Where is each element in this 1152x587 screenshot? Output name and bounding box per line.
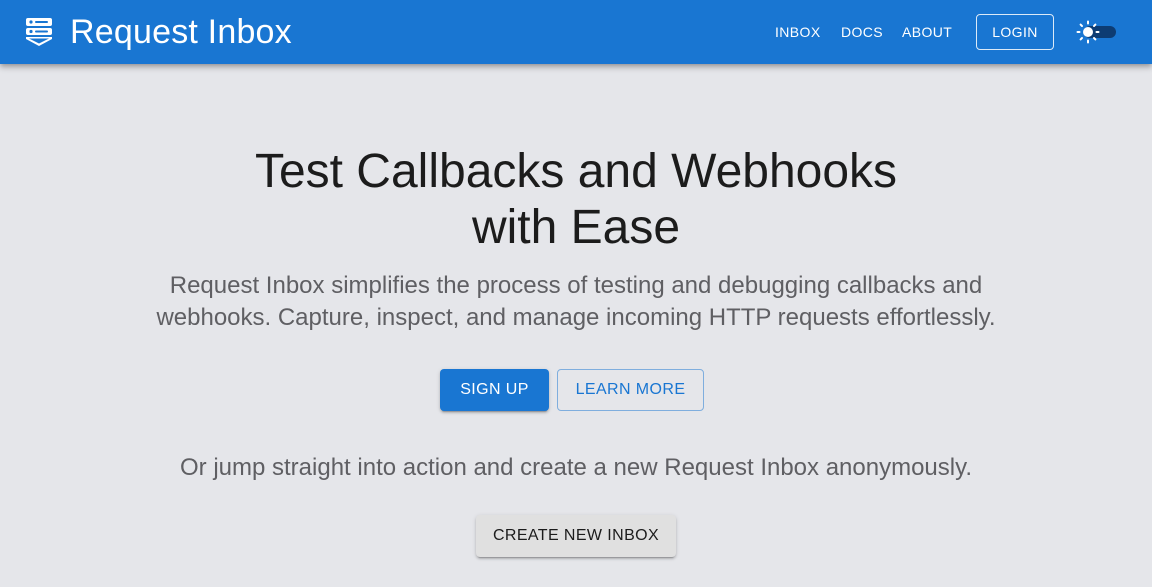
theme-toggle[interactable] bbox=[1076, 20, 1118, 44]
app-bar: Request Inbox INBOX DOCS ABOUT LOGIN bbox=[0, 0, 1152, 64]
signup-button[interactable]: SIGN UP bbox=[440, 369, 549, 411]
nav-docs-link[interactable]: DOCS bbox=[841, 24, 883, 40]
login-button[interactable]: LOGIN bbox=[976, 14, 1054, 50]
nav-about-link[interactable]: ABOUT bbox=[902, 24, 952, 40]
anonymous-prompt-text: Or jump straight into action and create … bbox=[180, 454, 972, 481]
hero-subtitle: Request Inbox simplifies the process of … bbox=[146, 270, 1006, 334]
subtitle-line-2: webhooks. Capture, inspect, and manage i… bbox=[156, 304, 996, 331]
create-new-inbox-button[interactable]: CREATE NEW INBOX bbox=[476, 515, 676, 557]
hero-section: Test Callbacks and Webhooks with Ease Re… bbox=[0, 64, 1152, 587]
app-title: Request Inbox bbox=[70, 12, 292, 51]
subtitle-line-1: Request Inbox simplifies the process of … bbox=[169, 272, 983, 299]
nav-inbox-link[interactable]: INBOX bbox=[775, 24, 821, 40]
learn-more-button[interactable]: LEARN MORE bbox=[557, 369, 704, 411]
hero-headline: Test Callbacks and Webhooks with Ease bbox=[0, 144, 1152, 256]
cta-row: SIGN UP LEARN MORE bbox=[0, 369, 1152, 411]
brand[interactable]: Request Inbox bbox=[24, 0, 292, 64]
headline-line-2: with Ease bbox=[471, 201, 681, 254]
sun-icon bbox=[1076, 20, 1100, 44]
headline-line-1: Test Callbacks and Webhooks bbox=[254, 145, 898, 198]
server-stack-icon bbox=[24, 16, 54, 48]
